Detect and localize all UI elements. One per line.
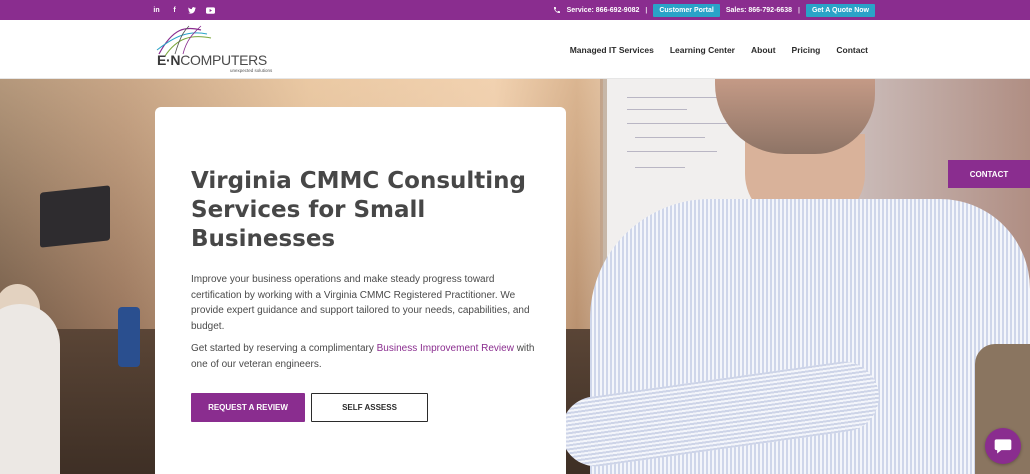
social-links: in f [152, 0, 215, 20]
customer-portal-button[interactable]: Customer Portal [653, 3, 720, 17]
request-review-button[interactable]: REQUEST A REVIEW [191, 393, 305, 422]
hero-card: Virginia CMMC Consulting Services for Sm… [155, 107, 566, 474]
service-phone[interactable]: Service: 866-692-9082 [567, 7, 640, 14]
facebook-icon[interactable]: f [170, 7, 179, 14]
sales-phone[interactable]: Sales: 866-792-6638 [726, 7, 792, 14]
page-title: Virginia CMMC Consulting Services for Sm… [191, 168, 527, 252]
youtube-icon[interactable] [206, 6, 215, 14]
nav-about[interactable]: About [751, 45, 776, 55]
separator: | [645, 6, 648, 14]
phone-icon [553, 7, 560, 13]
hero-cta-paragraph: Get started by reserving a complimentary… [191, 343, 535, 370]
linkedin-icon[interactable]: in [152, 7, 161, 14]
get-quote-button[interactable]: Get A Quote Now [805, 3, 875, 17]
nav-learning-center[interactable]: Learning Center [670, 45, 735, 55]
hero-intro-paragraph: Improve your business operations and mak… [191, 274, 530, 332]
utility-links: Service: 866-692-9082 | Customer Portal … [553, 0, 875, 20]
separator: | [797, 6, 800, 14]
side-contact-tab[interactable]: CONTACT [948, 160, 1030, 188]
business-improvement-review-link[interactable]: Business Improvement Review [377, 343, 514, 354]
logo-wordmark: E·NCOMPUTERS [157, 52, 267, 68]
self-assess-button[interactable]: SELF ASSESS [311, 393, 428, 422]
hero-photo-monitor [40, 185, 110, 248]
chat-icon [994, 439, 1012, 454]
nav-managed-it-services[interactable]: Managed IT Services [570, 45, 654, 55]
main-nav: Managed IT Services Learning Center Abou… [570, 20, 868, 79]
site-header: E·NCOMPUTERS unexpected solutions Manage… [0, 20, 1030, 79]
logo-tagline: unexpected solutions [230, 68, 273, 73]
hero-photo-bottle [118, 307, 140, 367]
nav-pricing[interactable]: Pricing [792, 45, 821, 55]
hero-photo-person-left [0, 304, 60, 474]
twitter-icon[interactable] [188, 6, 197, 14]
top-utility-bar: in f Service: 866-692-9082 | Customer Po… [0, 0, 1030, 20]
nav-contact[interactable]: Contact [836, 45, 868, 55]
logo[interactable]: E·NCOMPUTERS unexpected solutions [155, 24, 295, 74]
chat-widget-button[interactable] [985, 428, 1021, 464]
